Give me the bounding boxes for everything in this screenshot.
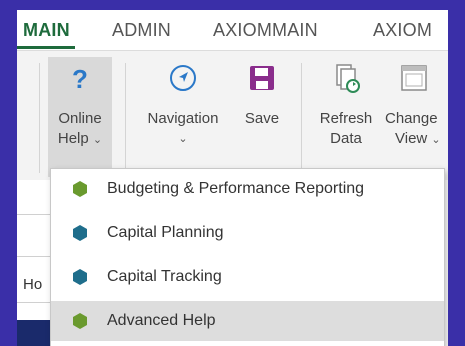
tab-admin[interactable]: ADMIN <box>112 20 171 41</box>
online-help-label-2: Help <box>57 130 89 147</box>
question-mark-icon: ? <box>48 63 112 99</box>
cell-text[interactable]: Ho <box>23 276 42 293</box>
menu-item-capital-tracking[interactable]: Capital Tracking <box>51 257 444 297</box>
change-view-icon <box>399 63 448 99</box>
floppy-disk-icon <box>235 63 289 99</box>
chevron-down-icon: ⌄ <box>92 134 103 146</box>
ribbon-tab-bar: MAIN ADMIN AXIOMMAIN AXIOM <box>17 10 448 50</box>
menu-item-label: Advanced Help <box>107 312 216 329</box>
save-button[interactable]: Save <box>235 57 289 177</box>
tab-axiommain[interactable]: AXIOMMAIN <box>213 20 318 41</box>
navigation-label: Navigation <box>147 110 219 127</box>
online-help-dropdown-menu: Budgeting & Performance Reporting Capita… <box>50 168 445 346</box>
blue-cube-icon <box>73 225 87 246</box>
green-cube-icon <box>73 313 87 334</box>
refresh-data-label-2: Data <box>330 130 362 147</box>
tab-main[interactable]: MAIN <box>23 20 70 41</box>
menu-item-label: Budgeting & Performance Reporting <box>107 180 365 197</box>
refresh-data-button[interactable]: Refresh Data <box>309 57 383 177</box>
save-label: Save <box>244 110 280 127</box>
chevron-down-icon: ⌄ <box>178 133 188 145</box>
ribbon-separator <box>301 63 302 173</box>
online-help-label-1: Online <box>58 110 102 127</box>
menu-item-budgeting-performance-reporting[interactable]: Budgeting & Performance Reporting <box>51 169 444 209</box>
menu-item-advanced-help[interactable]: Advanced Help <box>51 301 444 341</box>
ribbon-separator <box>125 63 126 173</box>
online-help-button[interactable]: ? Online Help ⌄ <box>48 57 112 177</box>
green-cube-icon <box>73 181 87 202</box>
refresh-data-label-1: Refresh <box>319 110 373 127</box>
app-window: MAIN ADMIN AXIOMMAIN AXIOM ? Online Help… <box>17 10 448 346</box>
change-view-label-2: View <box>395 130 428 147</box>
menu-item-label: Capital Planning <box>107 224 224 241</box>
refresh-data-icon <box>309 63 383 99</box>
svg-text:?: ? <box>72 64 88 93</box>
menu-item-capital-planning[interactable]: Capital Planning <box>51 213 444 253</box>
ribbon: ? Online Help ⌄ Navigation ⌄ Save Refres… <box>17 50 448 181</box>
change-view-button[interactable]: Change View ⌄ <box>385 57 448 177</box>
change-view-label-1: Change <box>385 110 438 127</box>
compass-arrow-icon <box>135 63 231 99</box>
ribbon-separator <box>39 63 40 173</box>
menu-item-label: Capital Tracking <box>107 268 222 285</box>
navigation-button[interactable]: Navigation ⌄ <box>135 57 231 177</box>
tab-axiom[interactable]: AXIOM <box>373 20 432 41</box>
chevron-down-icon: ⌄ <box>431 134 441 146</box>
active-tab-underline <box>17 46 75 49</box>
blue-cube-icon <box>73 269 87 290</box>
